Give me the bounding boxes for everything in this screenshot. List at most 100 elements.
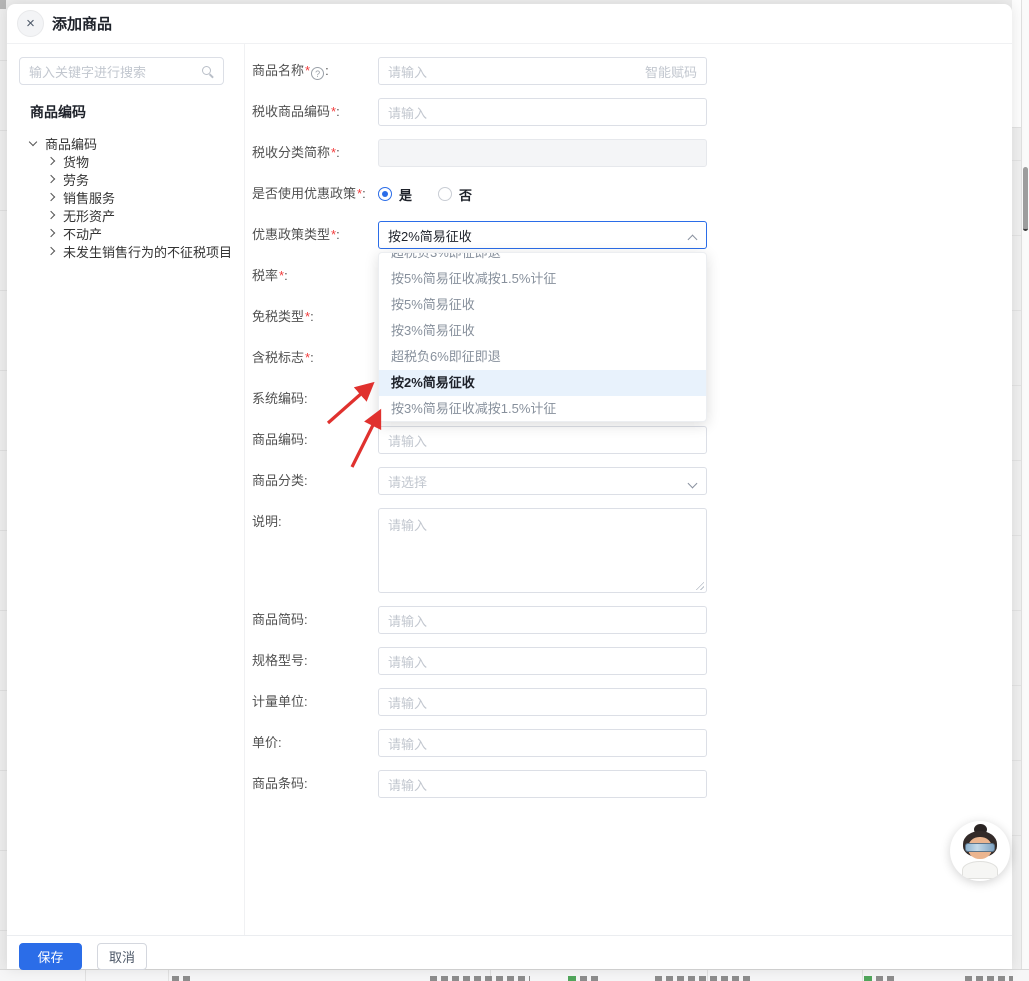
required-asterisk: * [305, 309, 310, 324]
field-label-text: 商品名称 [252, 63, 304, 78]
close-button[interactable]: × [17, 10, 44, 37]
close-icon: × [26, 16, 35, 31]
tree-node-root[interactable]: 商品编码 [7, 134, 244, 152]
tree-node-5[interactable]: 未发生销售行为的不征税项目 [7, 242, 244, 260]
radio-icon [438, 187, 452, 201]
help-icon: ? [311, 67, 324, 80]
field-label-text: 税率 [252, 268, 278, 283]
chevron-down-icon [688, 479, 698, 489]
search-icon [202, 66, 211, 75]
tree-node-label: 未发生销售行为的不征税项目 [63, 242, 232, 261]
field-unit-price-input[interactable]: 请输入 [378, 729, 707, 757]
chevron-right-icon [47, 157, 55, 165]
field-label-tax-rate: 税率*: [252, 262, 378, 290]
tree-node-label: 商品编码 [45, 134, 97, 153]
field-unit-input[interactable]: 请输入 [378, 688, 707, 716]
field-label-text: 商品简码 [252, 612, 304, 627]
smart-code-suffix: 智能赋码 [645, 62, 697, 81]
dropdown-option-1[interactable]: 按5%简易征收减按1.5%计征 [379, 266, 706, 292]
form-row-unit-price: 单价:请输入 [252, 729, 1012, 757]
field-spec-model-input[interactable]: 请输入 [378, 647, 707, 675]
field-placeholder: 请输入 [388, 611, 427, 630]
chevron-right-icon [47, 175, 55, 183]
category-tree: 商品编码货物劳务销售服务无形资产不动产未发生销售行为的不征税项目 [7, 134, 244, 260]
form-row-product-code: 商品编码: 请输入 [252, 426, 1012, 454]
field-label-system-code: 系统编码: [252, 385, 378, 413]
field-product-category-select[interactable]: 请选择 [378, 467, 707, 495]
field-short-code-input[interactable]: 请输入 [378, 606, 707, 634]
field-placeholder: 请输入 [388, 775, 427, 794]
field-label-policy-type: 优惠政策类型*: [252, 221, 378, 249]
tree-node-label: 货物 [63, 152, 89, 171]
dropdown-option-0[interactable]: 超税负3%即征即退 [379, 252, 706, 266]
field-tax-product-code-input[interactable]: 请输入 [378, 98, 707, 126]
chevron-right-icon [47, 229, 55, 237]
product-form: 商品名称*?:请输入智能赋码税收商品编码*:请输入税收分类简称*:是否使用优惠政… [245, 44, 1012, 935]
resize-handle-icon[interactable] [695, 581, 704, 590]
chevron-right-icon [47, 211, 55, 219]
field-label-tax-product-code: 税收商品编码*: [252, 98, 378, 126]
field-placeholder: 请输入 [388, 518, 427, 533]
radio-label: 否 [459, 185, 472, 204]
screen: × 添加商品 输入关键字进行搜索 商品编码 商品编码货物劳务销售服务无形资产不动… [0, 0, 1029, 981]
radio-option-否[interactable]: 否 [438, 185, 472, 204]
dropdown-option-4[interactable]: 超税负6%即征即退 [379, 344, 706, 370]
field-tax-short-name-input [378, 139, 707, 167]
selected-value: 按2%简易征收 [388, 226, 472, 245]
field-placeholder: 请选择 [388, 472, 427, 491]
form-row-policy-type: 优惠政策类型*: 按2%简易征收 [252, 221, 1012, 249]
tree-node-label: 无形资产 [63, 206, 115, 225]
assistant-avatar[interactable] [950, 821, 1010, 881]
field-placeholder: 请输入 [388, 652, 427, 671]
modal-title: 添加商品 [52, 13, 112, 34]
tree-node-label: 不动产 [63, 224, 102, 243]
field-label-text: 含税标志 [252, 350, 304, 365]
tree-node-label: 劳务 [63, 170, 89, 189]
radio-option-是[interactable]: 是 [378, 185, 412, 204]
tree-node-0[interactable]: 货物 [7, 152, 244, 170]
required-asterisk: * [331, 104, 336, 119]
field-label-tax-short-name: 税收分类简称*: [252, 139, 378, 167]
policy-type-dropdown: 超税负3%即征即退按5%简易征收减按1.5%计征按5%简易征收按3%简易征收超税… [378, 252, 707, 422]
field-label-text: 系统编码 [252, 391, 304, 406]
form-row-product-category: 商品分类: 请选择 [252, 467, 1012, 495]
field-label-text: 税收商品编码 [252, 104, 330, 119]
form-row-note: 说明:请输入 [252, 508, 1012, 593]
form-row-short-code: 商品简码:请输入 [252, 606, 1012, 634]
tree-node-3[interactable]: 无形资产 [7, 206, 244, 224]
dropdown-option-6[interactable]: 按3%简易征收减按1.5%计征 [379, 396, 706, 422]
chevron-right-icon [47, 193, 55, 201]
tree-node-label: 销售服务 [63, 188, 115, 207]
tree-node-4[interactable]: 不动产 [7, 224, 244, 242]
page-scrollbar[interactable] [1021, 0, 1029, 981]
save-button[interactable]: 保存 [19, 943, 82, 970]
required-asterisk: * [331, 227, 336, 242]
dropdown-option-2[interactable]: 按5%简易征收 [379, 292, 706, 318]
field-label-text: 规格型号 [252, 653, 304, 668]
page-scrollbar-thumb[interactable] [1023, 167, 1028, 231]
field-note-textarea[interactable]: 请输入 [378, 508, 707, 593]
dropdown-option-5[interactable]: 按2%简易征收 [379, 370, 706, 396]
tree-node-1[interactable]: 劳务 [7, 170, 244, 188]
field-label-product-code: 商品编码: [252, 426, 378, 454]
form-row-tax-product-code: 税收商品编码*:请输入 [252, 98, 1012, 126]
tree-node-2[interactable]: 销售服务 [7, 188, 244, 206]
chevron-right-icon [47, 247, 55, 255]
field-label-tax-included-flag: 含税标志*: [252, 344, 378, 372]
field-label-text: 优惠政策类型 [252, 227, 330, 242]
field-product-name-input[interactable]: 请输入智能赋码 [378, 57, 707, 85]
cancel-button[interactable]: 取消 [97, 943, 147, 970]
field-placeholder: 请输入 [388, 431, 427, 450]
field-policy-type-select[interactable]: 按2%简易征收 [378, 221, 707, 249]
dropdown-option-3[interactable]: 按3%简易征收 [379, 318, 706, 344]
search-input[interactable]: 输入关键字进行搜索 [19, 57, 224, 85]
form-row-tax-short-name: 税收分类简称*: [252, 139, 1012, 167]
field-placeholder: 请输入 [388, 693, 427, 712]
form-row-product-name: 商品名称*?:请输入智能赋码 [252, 57, 1012, 85]
required-asterisk: * [279, 268, 284, 283]
field-product-code-input[interactable]: 请输入 [378, 426, 707, 454]
modal-header: × 添加商品 [7, 4, 1012, 44]
field-label-text: 单价 [252, 735, 278, 750]
field-label-product-category: 商品分类: [252, 467, 378, 495]
field-barcode-input[interactable]: 请输入 [378, 770, 707, 798]
